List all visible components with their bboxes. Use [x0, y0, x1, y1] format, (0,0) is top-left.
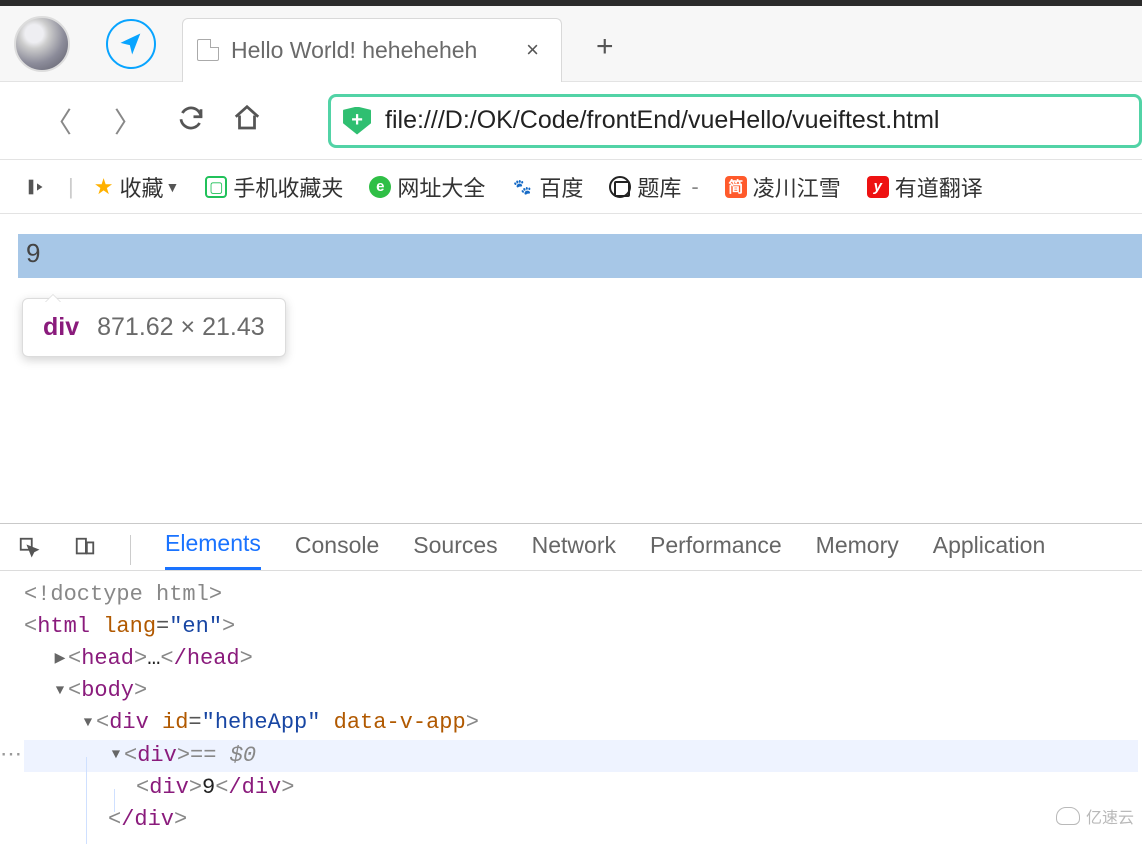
back-button[interactable]: 〈 — [36, 97, 80, 145]
watermark-icon — [1056, 807, 1080, 825]
window-top-strip — [0, 0, 1142, 6]
baidu-icon: 🐾 — [511, 176, 533, 198]
elements-tree[interactable]: <!doctype html> <html lang="en"> ▶ <head… — [0, 571, 1142, 844]
code-line[interactable]: ▶ <head>…</head> — [24, 643, 1138, 675]
sidebar-toggle-icon[interactable] — [20, 172, 54, 202]
tab-title: Hello World! heheheheh — [231, 37, 477, 64]
watermark-text: 亿速云 — [1086, 804, 1134, 828]
favorites-label: 收藏 — [119, 171, 163, 203]
new-tab-button[interactable]: + — [584, 24, 626, 70]
site-directory-label: 网址大全 — [397, 171, 485, 203]
expand-arrow-icon[interactable]: ▶ — [52, 649, 68, 669]
youdao-label: 有道翻译 — [895, 171, 983, 203]
compass-icon[interactable] — [106, 19, 156, 69]
nav-toolbar: 〈 〉 + file:///D:/OK/Code/frontEnd/vueHel… — [0, 82, 1142, 160]
jian-icon: 简 — [725, 176, 747, 198]
mobile-favorites[interactable]: ▢ 手机收藏夹 — [199, 167, 349, 207]
inspect-element-icon[interactable] — [18, 536, 40, 564]
tiku-label: 题库 — [637, 171, 681, 203]
page-icon — [197, 39, 219, 61]
bookmarks-bar: | ★ 收藏 ▼ ▢ 手机收藏夹 e 网址大全 🐾 百度 题库 - 简 凌川江雪… — [0, 160, 1142, 214]
address-bar[interactable]: + file:///D:/OK/Code/frontEnd/vueHello/v… — [328, 94, 1142, 148]
url-text: file:///D:/OK/Code/frontEnd/vueHello/vue… — [385, 106, 939, 135]
youdao-bookmark[interactable]: y 有道翻译 — [861, 167, 989, 207]
overflow-dots-icon[interactable]: ⋯ — [0, 740, 22, 772]
security-shield-icon[interactable]: + — [343, 107, 371, 135]
youdao-icon: y — [867, 176, 889, 198]
inspected-element-highlight: 9 — [18, 234, 1142, 278]
watermark: 亿速云 — [1056, 804, 1134, 828]
site-directory-icon: e — [369, 176, 391, 198]
tab-network[interactable]: Network — [532, 532, 616, 569]
collapse-arrow-icon[interactable]: ▼ — [52, 681, 68, 701]
code-line[interactable]: ▼ <body> — [24, 675, 1138, 707]
inspector-tooltip: div 871.62 × 21.43 — [22, 298, 286, 357]
code-line[interactable]: <div>9</div> — [24, 772, 1138, 804]
lingchuan-label: 凌川江雪 — [753, 171, 841, 203]
user-avatar[interactable] — [14, 16, 70, 72]
close-tab-button[interactable]: × — [522, 33, 543, 67]
tiku-dash: - — [691, 174, 698, 200]
tab-memory[interactable]: Memory — [816, 532, 899, 569]
tab-sources[interactable]: Sources — [413, 532, 497, 569]
favorites-button[interactable]: ★ 收藏 ▼ — [88, 167, 186, 207]
browser-tab[interactable]: Hello World! heheheheh × — [182, 18, 562, 82]
tab-elements[interactable]: Elements — [165, 530, 261, 570]
devtools-panel: Elements Console Sources Network Perform… — [0, 524, 1142, 834]
titlebar: Hello World! heheheheh × + — [0, 0, 1142, 82]
devtools-tabs: Elements Console Sources Network Perform… — [0, 524, 1142, 571]
tab-performance[interactable]: Performance — [650, 532, 782, 569]
tooltip-dimensions: 871.62 × 21.43 — [97, 313, 265, 342]
tiku-icon — [609, 176, 631, 198]
tooltip-tagname: div — [43, 313, 79, 342]
tab-console[interactable]: Console — [295, 532, 379, 569]
chevron-down-icon: ▼ — [165, 179, 179, 195]
baidu-label: 百度 — [539, 171, 583, 203]
code-line[interactable]: </div> — [24, 804, 1138, 836]
highlighted-text: 9 — [26, 238, 40, 268]
device-toolbar-icon[interactable] — [74, 536, 96, 564]
home-button[interactable] — [232, 103, 262, 138]
reload-button[interactable] — [176, 103, 206, 138]
forward-button[interactable]: 〉 — [106, 97, 150, 145]
code-line[interactable]: <!doctype html> — [24, 579, 1138, 611]
code-line[interactable]: ▼ <div id="heheApp" data-v-app> — [24, 707, 1138, 739]
page-viewport: 9 div 871.62 × 21.43 — [0, 214, 1142, 524]
code-line-selected[interactable]: ⋯ ▼ <div> == $0 — [24, 740, 1138, 772]
tab-application[interactable]: Application — [933, 532, 1046, 569]
mobile-favorites-label: 手机收藏夹 — [233, 171, 343, 203]
code-line[interactable]: <html lang="en"> — [24, 611, 1138, 643]
separator: | — [68, 174, 74, 200]
collapse-arrow-icon[interactable]: ▼ — [80, 713, 96, 733]
baidu-bookmark[interactable]: 🐾 百度 — [505, 167, 589, 207]
star-icon: ★ — [94, 174, 114, 200]
collapse-arrow-icon[interactable]: ▼ — [108, 745, 124, 765]
site-directory[interactable]: e 网址大全 — [363, 167, 491, 207]
tiku-bookmark[interactable]: 题库 - — [603, 167, 704, 207]
separator — [130, 535, 131, 565]
mobile-icon: ▢ — [205, 176, 227, 198]
lingchuan-bookmark[interactable]: 简 凌川江雪 — [719, 167, 847, 207]
